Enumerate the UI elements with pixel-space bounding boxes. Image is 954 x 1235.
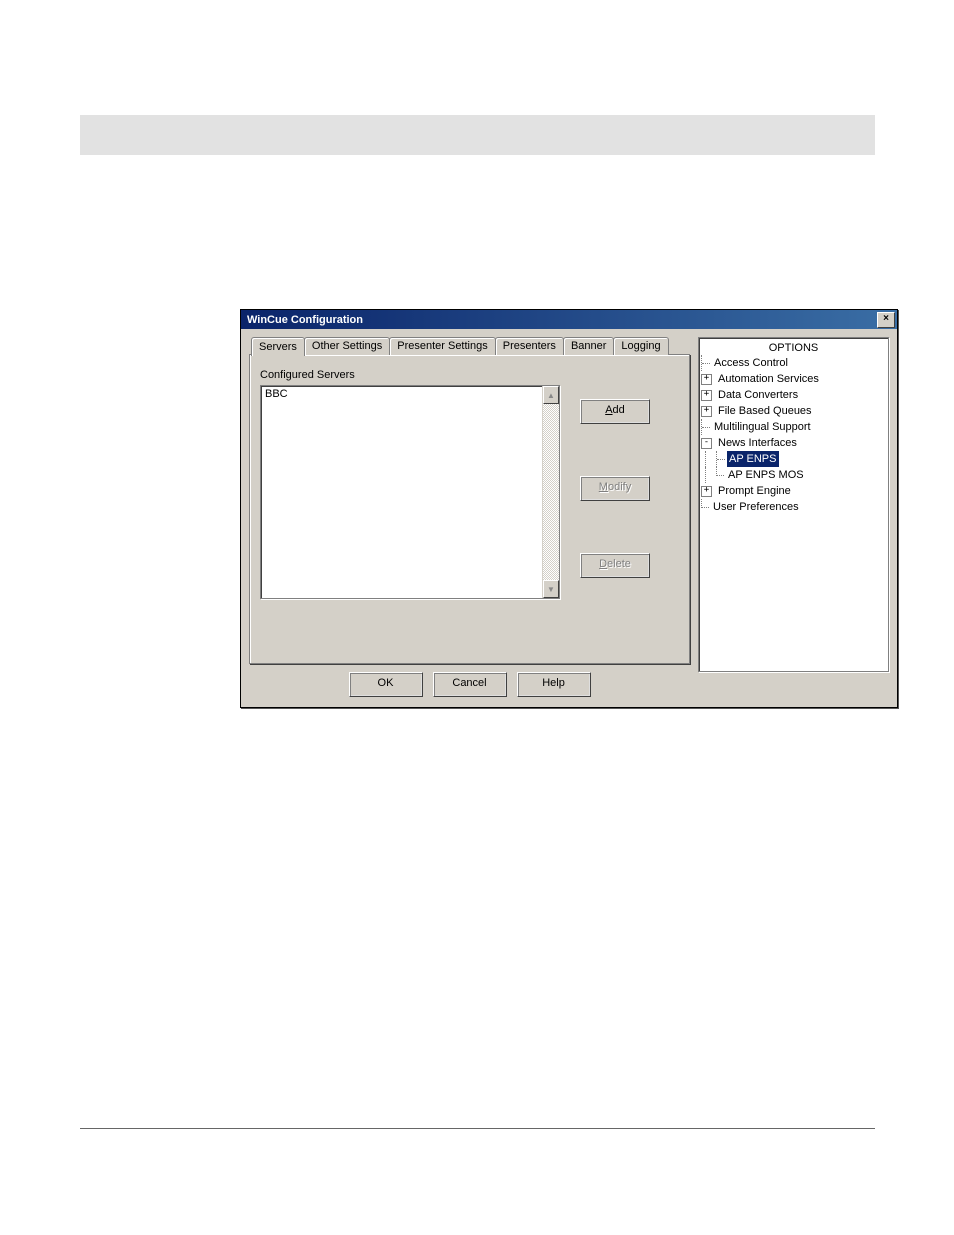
chevron-down-icon: ▼ — [547, 585, 555, 594]
tab-label: Banner — [571, 340, 606, 352]
titlebar[interactable]: WinCue Configuration × — [241, 310, 897, 329]
delete-label-rest: elete — [607, 558, 631, 570]
dialog-bottom-buttons: OK Cancel Help — [249, 666, 690, 697]
ok-button[interactable]: OK — [349, 672, 423, 697]
close-button[interactable]: × — [877, 312, 895, 328]
listbox-scrollbar[interactable]: ▲ ▼ — [542, 386, 559, 598]
delete-button: Delete — [580, 553, 650, 578]
side-buttons: Add Modify Delete — [580, 399, 650, 578]
help-label: Help — [542, 677, 565, 689]
options-tree-panel: OPTIONS Access Control + Automation Serv… — [698, 337, 889, 672]
tree-label: File Based Queues — [716, 403, 814, 419]
tab-logging[interactable]: Logging — [613, 337, 668, 355]
close-icon: × — [883, 313, 889, 324]
tree-item-ap-enps[interactable]: AP ENPS — [701, 451, 886, 467]
tree-branch-icon — [701, 499, 711, 515]
list-item-label: BBC — [265, 388, 288, 400]
tree-line-icon — [705, 467, 716, 483]
tab-label: Presenter Settings — [397, 340, 488, 352]
scroll-down-button[interactable]: ▼ — [543, 580, 559, 598]
scroll-up-button[interactable]: ▲ — [543, 386, 559, 404]
tree-label: Multilingual Support — [712, 419, 813, 435]
tab-label: Servers — [259, 341, 297, 353]
tree-line-icon — [705, 451, 716, 467]
expand-icon[interactable]: + — [701, 390, 712, 401]
tree-label: News Interfaces — [716, 435, 799, 451]
chevron-up-icon: ▲ — [547, 391, 555, 400]
dialog-body: Servers Other Settings Presenter Setting… — [241, 329, 897, 707]
add-label-rest: dd — [613, 404, 625, 416]
expand-icon[interactable]: + — [701, 374, 712, 385]
tree-label: User Preferences — [711, 499, 801, 515]
tab-presenters[interactable]: Presenters — [495, 337, 564, 355]
tab-banner[interactable]: Banner — [563, 337, 614, 355]
listbox-content[interactable]: BBC — [261, 386, 542, 598]
tree-item-multilingual-support[interactable]: Multilingual Support — [701, 419, 886, 435]
options-tree: Access Control + Automation Services + D… — [701, 355, 886, 515]
tabstrip: Servers Other Settings Presenter Setting… — [251, 337, 690, 355]
footer-divider — [80, 1128, 875, 1129]
tree-label: Data Converters — [716, 387, 800, 403]
tab-other-settings[interactable]: Other Settings — [304, 337, 390, 355]
tree-label: AP ENPS MOS — [726, 467, 806, 483]
cancel-label: Cancel — [452, 677, 486, 689]
tree-label: Access Control — [712, 355, 790, 371]
tab-label: Other Settings — [312, 340, 382, 352]
tree-item-data-converters[interactable]: + Data Converters — [701, 387, 886, 403]
tab-label: Logging — [621, 340, 660, 352]
modify-label-rest: odify — [608, 481, 631, 493]
ok-label: OK — [378, 677, 394, 689]
tree-branch-icon — [716, 451, 727, 467]
modify-button: Modify — [580, 476, 650, 501]
tree-label: Prompt Engine — [716, 483, 793, 499]
help-button[interactable]: Help — [517, 672, 591, 697]
left-pane: Servers Other Settings Presenter Setting… — [249, 337, 690, 697]
tree-item-news-interfaces[interactable]: - News Interfaces — [701, 435, 886, 451]
tree-item-ap-enps-mos[interactable]: AP ENPS MOS — [701, 467, 886, 483]
tree-item-file-based-queues[interactable]: + File Based Queues — [701, 403, 886, 419]
tree-label: Automation Services — [716, 371, 821, 387]
page-header-band — [80, 115, 875, 155]
tree-item-automation-services[interactable]: + Automation Services — [701, 371, 886, 387]
tree-label: AP ENPS — [727, 451, 779, 467]
tree-item-access-control[interactable]: Access Control — [701, 355, 886, 371]
list-item[interactable]: BBC — [264, 387, 539, 401]
servers-tabpanel: Configured Servers BBC ▲ ▼ Add Modify De… — [249, 354, 690, 664]
tree-branch-icon — [701, 419, 712, 435]
configured-servers-listbox[interactable]: BBC ▲ ▼ — [260, 385, 560, 599]
tree-branch-icon — [701, 355, 712, 371]
options-title: OPTIONS — [701, 342, 886, 355]
scroll-track[interactable] — [543, 404, 559, 580]
tab-servers[interactable]: Servers — [251, 337, 305, 356]
tab-presenter-settings[interactable]: Presenter Settings — [389, 337, 496, 355]
expand-icon[interactable]: + — [701, 406, 712, 417]
expand-icon[interactable]: + — [701, 486, 712, 497]
wincue-config-dialog: WinCue Configuration × Servers Other Set… — [240, 309, 898, 708]
tree-item-prompt-engine[interactable]: + Prompt Engine — [701, 483, 886, 499]
collapse-icon[interactable]: - — [701, 438, 712, 449]
configured-servers-label: Configured Servers — [260, 369, 355, 381]
cancel-button[interactable]: Cancel — [433, 672, 507, 697]
add-button[interactable]: Add — [580, 399, 650, 424]
tree-item-user-preferences[interactable]: User Preferences — [701, 499, 886, 515]
tree-branch-icon — [716, 467, 726, 483]
tab-label: Presenters — [503, 340, 556, 352]
dialog-title: WinCue Configuration — [247, 314, 363, 326]
